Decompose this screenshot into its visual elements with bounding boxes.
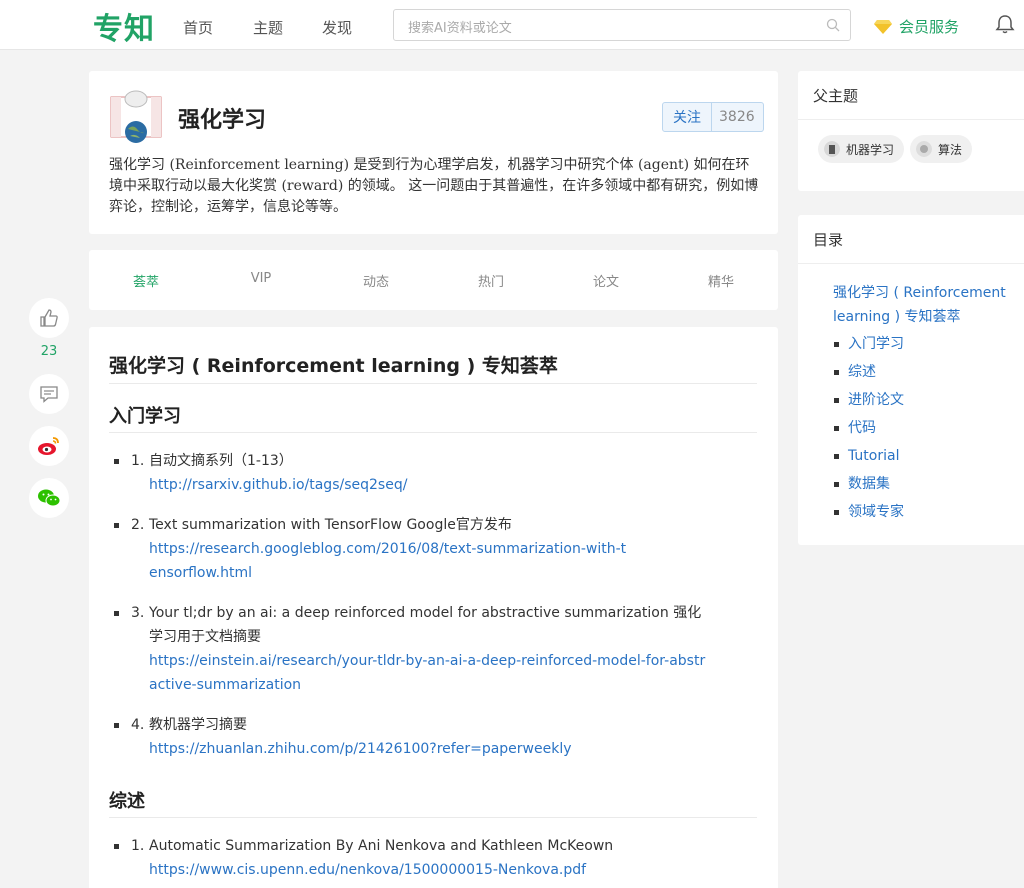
site-logo[interactable]: 专知 xyxy=(93,4,155,48)
thumbs-up-icon xyxy=(40,309,58,327)
topic-thumb xyxy=(916,141,932,157)
list-item: 2. Text summarization with TensorFlow Go… xyxy=(109,513,749,585)
item-number: 2. xyxy=(131,517,145,533)
bullet xyxy=(114,723,119,728)
search-icon[interactable] xyxy=(826,18,840,32)
toc-link[interactable]: 综述 xyxy=(848,360,876,384)
weibo-icon xyxy=(38,437,59,455)
diamond-icon xyxy=(874,19,892,34)
tab-activity[interactable]: 动态 xyxy=(326,271,426,290)
toc-card: 目录 强化学习 ( Reinforcement learning ) 专知荟萃 … xyxy=(798,215,1024,545)
divider xyxy=(798,119,1024,120)
tab-vip[interactable]: VIP xyxy=(211,271,311,286)
item-text: Text summarization with TensorFlow Googl… xyxy=(149,517,512,533)
bullet xyxy=(834,426,839,431)
item-number: 1. xyxy=(131,453,145,469)
topic-tabs: 荟萃 VIP 动态 热门 论文 精华 xyxy=(89,250,778,310)
toc-link[interactable]: 入门学习 xyxy=(848,332,904,356)
search-placeholder: 搜索AI资料或论文 xyxy=(408,21,512,36)
follower-count: 3826 xyxy=(719,109,755,125)
search-input[interactable]: 搜索AI资料或论文 xyxy=(393,9,851,41)
section-heading-intro: 入门学习 xyxy=(109,406,181,427)
bell-icon[interactable] xyxy=(994,13,1016,35)
item-number: 1. xyxy=(131,838,145,854)
section-heading-survey: 综述 xyxy=(109,791,145,812)
item-link[interactable]: https://www.cis.upenn.edu/nenkova/150000… xyxy=(149,858,749,882)
list-item: 1. Automatic Summarization By Ani Nenkov… xyxy=(109,834,749,882)
bullet xyxy=(114,523,119,528)
wechat-share-button[interactable] xyxy=(29,478,69,518)
item-link[interactable]: https://research.googleblog.com/2016/08/… xyxy=(149,537,629,585)
parent-topics-card: 父主题 xyxy=(798,71,1024,191)
topic-title: 强化学习 xyxy=(178,108,267,133)
bullet xyxy=(834,482,839,487)
parent-topic-algorithm[interactable]: 算法 xyxy=(910,135,973,163)
list-item: 1. 自动文摘系列（1-13） http://rsarxiv.github.io… xyxy=(109,449,749,497)
topic-card: 强化学习 关注 3826 强化学习 (Reinforcement learnin… xyxy=(89,71,778,234)
top-bar: 专知 首页 主题 发现 搜索AI资料或论文 会员服务 xyxy=(0,0,1024,50)
bullet xyxy=(834,454,839,459)
comment-button[interactable] xyxy=(29,374,69,414)
item-text: Your tl;dr by an ai: a deep reinforced m… xyxy=(149,605,702,645)
toc-link[interactable]: 进阶论文 xyxy=(848,388,904,412)
item-number: 3. xyxy=(131,605,145,621)
divider xyxy=(109,383,757,384)
divider xyxy=(109,432,757,433)
bullet xyxy=(834,398,839,403)
tab-hot[interactable]: 热门 xyxy=(441,271,541,290)
weibo-share-button[interactable] xyxy=(29,426,69,466)
toc-link[interactable]: 领域专家 xyxy=(848,500,904,524)
like-button[interactable] xyxy=(29,298,69,338)
follow-button[interactable]: 关注 3826 xyxy=(662,102,764,132)
like-count: 23 xyxy=(40,344,58,359)
bullet xyxy=(834,510,839,515)
tab-digest[interactable]: 荟萃 xyxy=(96,271,196,290)
list-item: 3. Your tl;dr by an ai: a deep reinforce… xyxy=(109,601,749,697)
item-link[interactable]: https://zhuanlan.zhihu.com/p/21426100?re… xyxy=(149,737,749,761)
toc-link[interactable]: Tutorial xyxy=(848,444,899,468)
bullet xyxy=(834,342,839,347)
tab-papers[interactable]: 论文 xyxy=(556,271,656,290)
parent-topic-ml[interactable]: 机器学习 xyxy=(818,135,905,163)
content-title: 强化学习 ( Reinforcement learning ) 专知荟萃 xyxy=(109,355,558,377)
nav-discover[interactable]: 发现 xyxy=(322,17,352,38)
toc-link[interactable]: 数据集 xyxy=(848,472,890,496)
vip-label: 会员服务 xyxy=(899,18,960,36)
item-link[interactable]: https://einstein.ai/research/your-tldr-b… xyxy=(149,649,709,697)
item-link[interactable]: http://rsarxiv.github.io/tags/seq2seq/ xyxy=(149,473,749,497)
divider xyxy=(798,263,1024,264)
tab-featured[interactable]: 精华 xyxy=(671,271,771,290)
item-text: 教机器学习摘要 xyxy=(149,717,247,733)
topic-description: 强化学习 (Reinforcement learning) 是受到行为心理学启发… xyxy=(109,157,759,215)
chip-label: 算法 xyxy=(938,142,963,157)
vip-service-link[interactable]: 会员服务 xyxy=(873,16,959,37)
nav-topics[interactable]: 主题 xyxy=(253,17,283,38)
toc-link-main[interactable]: 强化学习 ( Reinforcement learning ) 专知荟萃 xyxy=(833,281,1018,329)
content-card: 强化学习 ( Reinforcement learning ) 专知荟萃 入门学… xyxy=(89,327,778,888)
bullet xyxy=(114,611,119,616)
item-text: 自动文摘系列（1-13） xyxy=(149,453,293,469)
toc-link[interactable]: 代码 xyxy=(848,416,876,440)
toc-heading: 目录 xyxy=(813,231,844,249)
bullet xyxy=(834,370,839,375)
list-item: 4. 教机器学习摘要 https://zhuanlan.zhihu.com/p/… xyxy=(109,713,749,761)
item-text: Automatic Summarization By Ani Nenkova a… xyxy=(149,838,614,854)
divider xyxy=(109,817,757,818)
topic-avatar xyxy=(110,90,162,143)
bullet xyxy=(114,844,119,849)
wechat-icon xyxy=(38,489,61,507)
bullet xyxy=(114,459,119,464)
chip-label: 机器学习 xyxy=(846,142,895,157)
topic-thumb xyxy=(824,141,840,157)
parent-topics-heading: 父主题 xyxy=(813,87,859,105)
item-number: 4. xyxy=(131,717,145,733)
follow-label[interactable]: 关注 xyxy=(663,103,712,131)
nav-home[interactable]: 首页 xyxy=(183,17,213,38)
comment-icon xyxy=(40,386,58,403)
